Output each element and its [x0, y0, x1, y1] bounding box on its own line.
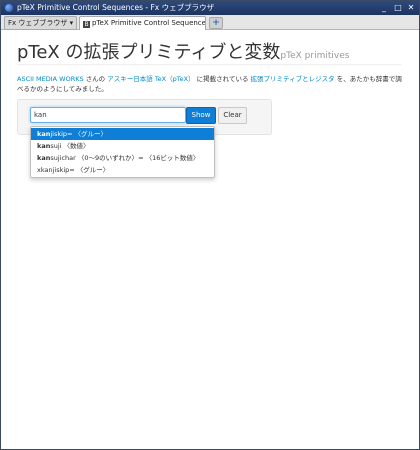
page-content: pTeX の拡張プリミティブと変数pTeX primitives ASCII M…	[1, 30, 419, 449]
page-title-subtitle: pTeX primitives	[280, 51, 350, 61]
close-button[interactable]: ✕	[406, 3, 416, 13]
show-button[interactable]: Show	[186, 107, 216, 124]
minimize-button[interactable]: _	[379, 3, 389, 13]
page-title-main: pTeX の拡張プリミティブと変数	[17, 42, 281, 63]
suggestion-rest: jiskip= 〈グルー〉	[50, 130, 108, 138]
suggestion-match: kan	[37, 154, 51, 162]
page-title: pTeX の拡張プリミティブと変数pTeX primitives	[17, 38, 349, 64]
browser-menu-button[interactable]: Fx ウェブブラウザ ▾	[4, 16, 78, 30]
autocomplete-dropdown: kanjiskip= 〈グルー〉 kansuji 〈数値〉 kansujicha…	[30, 126, 215, 178]
suggestion-item[interactable]: kanjiskip= 〈グルー〉	[31, 128, 214, 140]
clear-button[interactable]: Clear	[218, 107, 247, 124]
app-icon	[5, 4, 13, 12]
suggestion-match: kan	[37, 142, 51, 150]
suggestion-rest: suji 〈数値〉	[50, 142, 90, 150]
intro-text-2: に掲載されている	[194, 75, 251, 83]
primitives-registers-link[interactable]: 拡張プリミティブとレジスタ	[251, 75, 335, 83]
intro-paragraph: ASCII MEDIA WORKS さんの アスキー日本語 TeX（pTeX） …	[17, 74, 403, 94]
suggestion-item[interactable]: xkanjiskip= 〈グルー〉	[31, 164, 214, 176]
tab-strip: Fx ウェブブラウザ ▾ BpTeX Primitive Control Seq…	[1, 15, 419, 30]
new-tab-button[interactable]: +	[209, 17, 223, 29]
window-title: pTeX Primitive Control Sequences - Fx ウェ…	[17, 3, 215, 12]
intro-text-1: さんの	[83, 75, 108, 83]
suggestion-match: kan	[37, 130, 51, 138]
suggestion-rest: sujichar 〈0～9のいずれか〉= 〈16ビット数値〉	[50, 154, 200, 162]
maximize-button[interactable]: □	[393, 3, 403, 13]
tab-ptex-primitives[interactable]: BpTeX Primitive Control Sequences	[79, 16, 206, 30]
ascii-media-works-link[interactable]: ASCII MEDIA WORKS	[17, 75, 84, 83]
ascii-ptex-link[interactable]: アスキー日本語 TeX（pTeX）	[107, 75, 194, 83]
search-input[interactable]: kan	[30, 107, 186, 123]
tab-title: pTeX Primitive Control Sequences	[92, 19, 206, 27]
suggestion-item[interactable]: kansuji 〈数値〉	[31, 140, 214, 152]
page-favicon-icon: B	[83, 21, 90, 28]
suggestion-rest: xkanjiskip= 〈グルー〉	[37, 166, 110, 174]
title-bar[interactable]: pTeX Primitive Control Sequences - Fx ウェ…	[1, 1, 419, 15]
browser-window: pTeX Primitive Control Sequences - Fx ウェ…	[0, 0, 420, 450]
heading-divider	[17, 64, 401, 65]
suggestion-item[interactable]: kansujichar 〈0～9のいずれか〉= 〈16ビット数値〉	[31, 152, 214, 164]
